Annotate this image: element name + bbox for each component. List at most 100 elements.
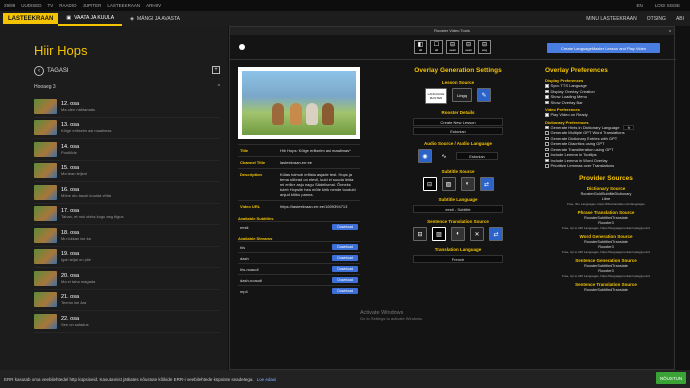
detail-value[interactable]: https://lasteekraan.err.ee/1609394713 — [278, 200, 360, 212]
download-button[interactable]: Download — [332, 277, 358, 283]
dictionary-language-select[interactable]: fr — [623, 124, 635, 130]
provider-select[interactable]: RoosterSubtitledTranslate — [545, 240, 667, 244]
provider-select[interactable]: RoosterSubtitledTranslate — [545, 264, 667, 268]
chevron-left-icon: ‹ — [34, 66, 44, 76]
episode-item[interactable]: 13. osa Kõige eriliseim asi maailmas — [34, 118, 220, 139]
provider-select[interactable]: RoosterSubtitledTranslate — [545, 288, 667, 292]
checkbox-row[interactable]: Show Overlay Bar — [545, 100, 667, 106]
topnav-item[interactable]: TV — [48, 3, 54, 8]
add-playlist-icon[interactable]: + — [212, 66, 220, 74]
record-toggle[interactable] — [239, 44, 245, 50]
sentence-generation-heading: Sentence Generation Source — [575, 257, 637, 263]
checkbox-label: Generate Multiple GPT Word Translations — [550, 130, 625, 136]
provider-select[interactable]: Rooster3 — [545, 221, 667, 225]
download-button[interactable]: Download — [332, 266, 358, 272]
episode-item[interactable]: 17. osa Tahan, et mul oleks kogu aeg tiig… — [34, 204, 220, 225]
tab-watch-listen[interactable]: ▣ VAATA JA KUULA — [58, 11, 123, 26]
translate-icon[interactable]: ⇄ — [479, 177, 494, 191]
language-master-icon[interactable]: LANGUAGE MASTER — [425, 88, 447, 104]
lingq-icon[interactable]: Lingq — [452, 88, 472, 102]
my-lasteekraan-link[interactable]: MINU LASTEEKRAAN — [586, 16, 637, 22]
topnav-item[interactable]: UUDISED — [21, 3, 41, 8]
audio-source-icon[interactable]: ◉ — [418, 149, 432, 163]
checkbox[interactable] — [545, 131, 549, 135]
episode-item[interactable]: 18. osa Mu lokkan ise ka — [34, 225, 220, 247]
download-button[interactable]: Download — [332, 224, 358, 230]
provider-select[interactable]: RoosterSubtitledTranslate — [545, 216, 667, 220]
episode-item[interactable]: 14. osa Pooltõde — [34, 139, 220, 161]
stream-row: dash-noaudi Download — [238, 274, 360, 285]
image-icon[interactable]: ▨ — [432, 227, 446, 241]
episode-item[interactable]: 12. osa Ma olen nähtamatu — [34, 96, 220, 118]
download-button[interactable]: Download — [332, 288, 358, 294]
lesson-select[interactable]: Create New Lesson — [413, 118, 503, 126]
create-lesson-button[interactable]: Create LanguageMaster Lesson and Play Vi… — [547, 43, 660, 53]
topnav-item[interactable]: 29/89 — [4, 3, 15, 8]
checkbox-row[interactable]: Play Video on Ready — [545, 112, 667, 118]
episode-item[interactable]: 22. osa See on saladus — [34, 311, 220, 333]
language-link[interactable]: EN — [636, 3, 642, 8]
provider-select[interactable]: RoosterGoldSubtitleDictionary — [545, 192, 667, 196]
subtitles-icon[interactable]: ⊟ — [422, 177, 437, 191]
toolbar-button[interactable]: ⊟ eesti — [462, 40, 475, 54]
checkbox-row[interactable]: Prioritize Lemmas over Translations — [545, 163, 667, 169]
close-x-icon[interactable]: ✕ — [470, 227, 484, 241]
subtitles-icon[interactable]: ⊟ — [413, 227, 427, 241]
topnav-item[interactable]: ARHIIV — [146, 3, 161, 8]
subtitle-language-select[interactable]: eesti - Subtitle — [413, 205, 503, 213]
episode-item[interactable]: 21. osa Teemo ise ära — [34, 290, 220, 311]
audio-icon[interactable]: ◐ — [451, 227, 465, 241]
waveform-icon[interactable]: ∿ — [437, 149, 451, 163]
toolbar-button[interactable]: ⊟ eesti — [446, 40, 459, 54]
topnav-item[interactable]: LASTEEKRAAN — [107, 3, 140, 8]
checkbox[interactable] — [545, 136, 549, 140]
lasteekraan-logo[interactable]: LASTEEKRAAN — [3, 13, 59, 24]
provider-select[interactable]: Rooster3 — [545, 245, 667, 249]
checkbox[interactable] — [545, 113, 549, 117]
checkbox[interactable] — [545, 95, 549, 99]
download-button[interactable]: Download — [332, 255, 358, 261]
audio-icon[interactable]: ◐ — [460, 177, 475, 191]
checkbox[interactable] — [545, 147, 549, 151]
episode-item[interactable]: 20. osa Ma ei taha magada — [34, 268, 220, 290]
checkbox[interactable] — [545, 89, 549, 93]
episode-item[interactable]: 19. osa Igal neljal on pile — [34, 247, 220, 268]
toolbar-button[interactable]: ☐ all — [430, 40, 443, 54]
topnav-item[interactable]: JUPITER — [83, 3, 102, 8]
audio-language-select[interactable]: Estonian — [456, 152, 498, 160]
login-link[interactable]: LOGI SISSE — [655, 3, 680, 8]
image-icon[interactable]: ▨ — [441, 177, 456, 191]
toolbar-button[interactable]: ⊟ eng — [478, 40, 491, 54]
accept-cookies-button[interactable]: NÕUSTUN — [656, 372, 686, 384]
search-link[interactable]: OTSING — [647, 16, 666, 22]
season-selector[interactable]: Hooaeg 3 ^ — [34, 84, 220, 90]
help-link[interactable]: ABI — [676, 16, 684, 22]
tab-play-explore[interactable]: ◈ MÄNGI JA AVASTA — [122, 11, 188, 26]
language-select[interactable]: Estonian — [413, 127, 503, 135]
episode-list: 12. osa Ma olen nähtamatu 13. osa Kõige er… — [34, 96, 220, 333]
video-info: Title Hiir Hops: Kõige eriliseim asi maai… — [238, 67, 360, 296]
checkbox[interactable] — [545, 153, 549, 157]
download-button[interactable]: Download — [332, 244, 358, 250]
checkbox[interactable] — [545, 100, 549, 104]
provider-select[interactable]: Libre — [545, 197, 667, 201]
read-more-link[interactable]: Loe edasi — [257, 377, 277, 382]
back-button[interactable]: ‹ TAGASI — [34, 66, 69, 76]
translate-icon[interactable]: ⇄ — [489, 227, 503, 241]
checkbox-label: Show Overlay Bar — [550, 99, 583, 105]
pencil-icon[interactable]: ✎ — [477, 88, 491, 102]
provider-select[interactable]: Rooster3 — [545, 269, 667, 273]
episode-thumbnail — [34, 120, 57, 136]
checkbox[interactable] — [545, 164, 549, 168]
episode-item[interactable]: 15. osa Ma tean teljeni — [34, 161, 220, 182]
close-icon[interactable]: x — [669, 27, 671, 35]
translation-language-select[interactable]: French — [413, 255, 503, 263]
checkbox[interactable] — [545, 142, 549, 146]
episode-item[interactable]: 16. osa Mõne elu tasub kuulda võtta — [34, 182, 220, 204]
toolbar-button[interactable]: ◧ all — [414, 40, 427, 54]
checkbox[interactable] — [545, 84, 549, 88]
checkbox[interactable] — [545, 158, 549, 162]
tv-icon: ▣ — [66, 14, 72, 21]
topnav-item[interactable]: RAADIO — [59, 3, 76, 8]
checkbox[interactable] — [545, 125, 549, 129]
